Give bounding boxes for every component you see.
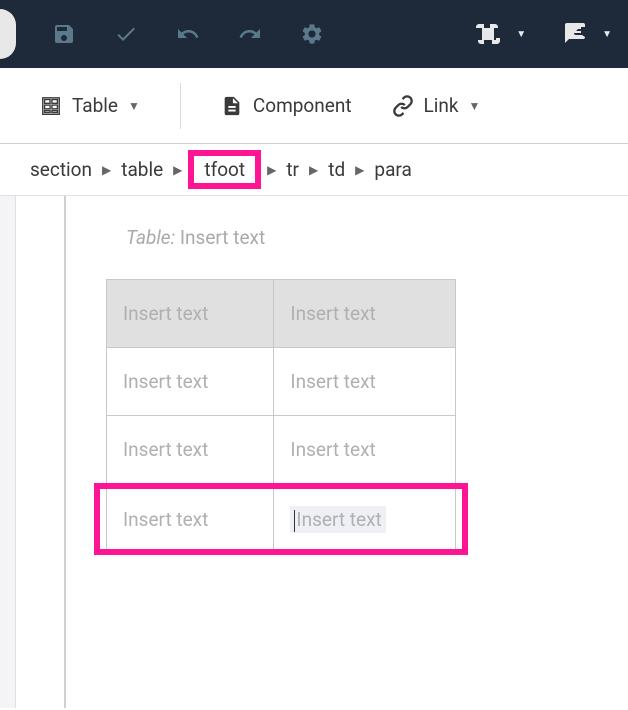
document-icon [221, 95, 243, 117]
breadcrumb-table[interactable]: table [121, 158, 163, 181]
editor-gutter [16, 196, 66, 708]
table-header-cell[interactable]: Insert text [274, 280, 456, 348]
table-caption-placeholder: Insert text [180, 226, 265, 249]
data-table: Insert text Insert text Insert text Inse… [106, 279, 456, 555]
component-menu[interactable]: Component [221, 94, 352, 117]
menu-divider [180, 83, 181, 129]
chevron-down-icon[interactable]: ▼ [516, 29, 526, 40]
table-footer-cell[interactable]: Insert text [107, 485, 274, 555]
chevron-right-icon: ▶ [102, 163, 111, 177]
top-toolbar: ▼ ▼ [0, 0, 628, 68]
table-row: Insert text Insert text [107, 416, 456, 485]
undo-icon[interactable] [176, 22, 200, 46]
link-icon [392, 95, 414, 117]
table-caption[interactable]: Table: Insert text [126, 226, 598, 249]
save-icon[interactable] [52, 22, 76, 46]
redo-icon[interactable] [238, 22, 262, 46]
table-menu-label: Table [72, 94, 118, 117]
link-menu-label: Link [424, 94, 459, 117]
left-gutter [0, 196, 16, 708]
table-cell[interactable]: Insert text [107, 348, 274, 416]
table-cell[interactable]: Insert text [274, 348, 456, 416]
chevron-down-icon: ▼ [128, 99, 140, 113]
content-area: Table: Insert text Insert text Insert te… [0, 196, 628, 708]
check-icon[interactable] [114, 22, 138, 46]
chevron-right-icon: ▶ [355, 163, 364, 177]
breadcrumb-tr[interactable]: tr [286, 158, 299, 181]
breadcrumb-td[interactable]: td [328, 158, 345, 181]
chevron-down-icon[interactable]: ▼ [602, 29, 612, 40]
component-menu-label: Component [253, 94, 352, 117]
chevron-right-icon: ▶ [309, 163, 318, 177]
table-icon [40, 95, 62, 117]
table-cell[interactable]: Insert text [107, 416, 274, 485]
link-menu[interactable]: Link ▼ [392, 94, 481, 117]
menu-bar: Table ▼ Component Link ▼ [0, 68, 628, 144]
frame-icon[interactable] [476, 22, 500, 46]
table-row: Insert text Insert text [107, 348, 456, 416]
breadcrumb-para[interactable]: para [374, 158, 411, 181]
table-header-row: Insert text Insert text [107, 280, 456, 348]
editor-content[interactable]: Table: Insert text Insert text Insert te… [66, 196, 628, 708]
table-footer-row: Insert text Insert text [107, 485, 456, 555]
breadcrumb-section[interactable]: section [30, 158, 92, 181]
table-caption-prefix: Table: [126, 226, 175, 249]
chevron-down-icon: ▼ [469, 99, 481, 113]
breadcrumb-tfoot[interactable]: tfoot [188, 150, 261, 189]
chevron-right-icon: ▶ [267, 163, 276, 177]
table-cell[interactable]: Insert text [274, 416, 456, 485]
table-footer-cell-active[interactable]: Insert text [274, 485, 456, 555]
chevron-right-icon: ▶ [173, 163, 182, 177]
avatar[interactable] [0, 9, 16, 59]
breadcrumb: section ▶ table ▶ tfoot ▶ tr ▶ td ▶ para [0, 144, 628, 196]
table-header-cell[interactable]: Insert text [107, 280, 274, 348]
chat-icon[interactable] [562, 22, 586, 46]
gear-icon[interactable] [300, 22, 324, 46]
table-menu[interactable]: Table ▼ [40, 94, 140, 117]
